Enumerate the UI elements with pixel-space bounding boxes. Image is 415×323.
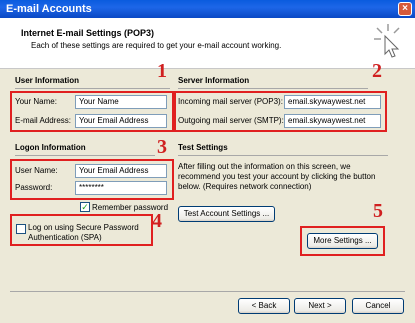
window-titlebar: E-mail Accounts × (0, 0, 415, 18)
annotation-1: 1 (157, 60, 167, 82)
user-info-divider (15, 88, 170, 89)
test-settings-divider (178, 155, 388, 156)
logon-info-divider (15, 155, 155, 156)
annotation-3: 3 (157, 136, 167, 158)
spa-label-line1: Log on using Secure Password (28, 223, 139, 232)
password-label: Password: (15, 183, 53, 192)
annotation-4: 4 (152, 210, 162, 232)
username-label: User Name: (15, 166, 58, 175)
server-info-heading: Server Information (178, 76, 250, 85)
server-info-divider (178, 88, 368, 89)
header-title: Internet E-mail Settings (POP3) (21, 28, 155, 38)
email-address-input[interactable]: Your Email Address (75, 114, 167, 128)
close-icon: × (402, 3, 408, 14)
annotation-5: 5 (373, 200, 383, 222)
test-settings-heading: Test Settings (178, 143, 228, 152)
cancel-button[interactable]: Cancel (352, 298, 404, 314)
window-title: E-mail Accounts (6, 3, 92, 15)
test-settings-description: After filling out the information on thi… (178, 162, 376, 191)
annotation-2: 2 (372, 60, 382, 82)
spa-checkbox[interactable] (16, 224, 26, 234)
incoming-server-input[interactable]: email.skywaywest.net (284, 95, 381, 109)
header-panel: Internet E-mail Settings (POP3) Each of … (0, 18, 415, 69)
wizard-cursor-icon (374, 24, 400, 58)
username-input[interactable]: Your Email Address (75, 164, 167, 178)
close-button[interactable]: × (398, 2, 412, 16)
next-button[interactable]: Next > (294, 298, 346, 314)
password-input[interactable]: ******** (75, 181, 167, 195)
your-name-input[interactable]: Your Name (75, 95, 167, 109)
back-button[interactable]: < Back (238, 298, 290, 314)
outgoing-server-label: Outgoing mail server (SMTP): (178, 116, 284, 125)
footer-divider (10, 291, 405, 292)
remember-password-checkbox[interactable]: ✓ (80, 202, 90, 212)
more-settings-button[interactable]: More Settings ... (307, 233, 378, 249)
logon-info-heading: Logon Information (15, 143, 86, 152)
header-subtitle: Each of these settings are required to g… (31, 41, 282, 50)
incoming-server-label: Incoming mail server (POP3): (178, 97, 283, 106)
email-address-label: E-mail Address: (15, 116, 72, 125)
user-info-heading: User Information (15, 76, 80, 85)
outgoing-server-input[interactable]: email.skywaywest.net (284, 114, 381, 128)
your-name-label: Your Name: (15, 97, 57, 106)
test-account-settings-button[interactable]: Test Account Settings ... (178, 206, 275, 222)
spa-label-line2: Authentication (SPA) (28, 233, 102, 242)
